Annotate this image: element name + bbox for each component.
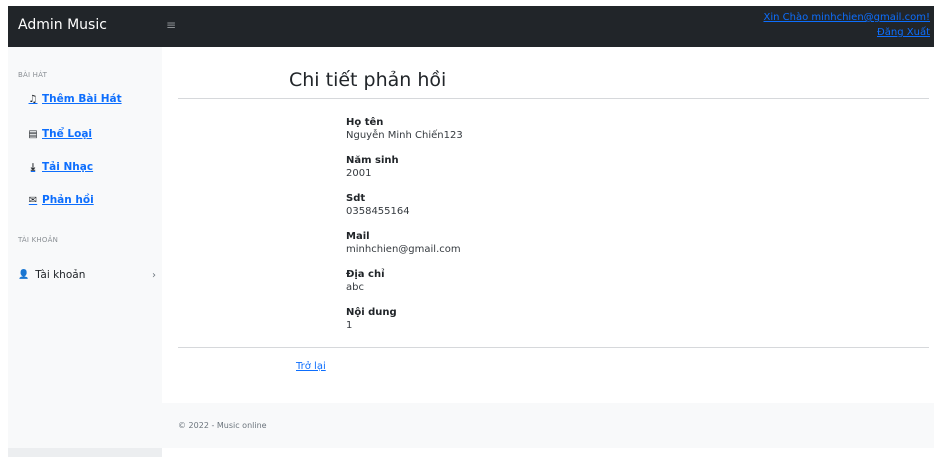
field-value: minhchien@gmail.com bbox=[346, 244, 461, 255]
sidebar-item-label: Phản hồi bbox=[42, 194, 94, 206]
sidebar-bottom-strip bbox=[8, 448, 162, 457]
footer-copyright: © 2022 - Music online bbox=[178, 421, 267, 430]
main-content: Chi tiết phản hồi Họ tên Nguyễn Minh Chi… bbox=[162, 47, 934, 457]
divider-bottom bbox=[178, 347, 929, 348]
field-name: Họ tên Nguyễn Minh Chiến123 bbox=[346, 116, 746, 154]
field-birth-year: Năm sinh 2001 bbox=[346, 154, 746, 192]
download-icon: ⤓ bbox=[30, 161, 36, 173]
field-label: Mail bbox=[346, 231, 370, 242]
brand-title[interactable]: Admin Music bbox=[18, 17, 107, 33]
greeting-link[interactable]: Xin Chào minhchien@gmail.com! bbox=[763, 10, 930, 25]
list-icon: ▤ bbox=[28, 128, 38, 140]
sidebar-heading-songs: BÀI HÁT bbox=[18, 71, 48, 79]
field-value: 1 bbox=[346, 320, 353, 331]
logout-link[interactable]: Đăng Xuất bbox=[763, 25, 930, 40]
menu-toggle-icon[interactable]: ≡ bbox=[166, 18, 176, 32]
sidebar-item-label: Tài khoản bbox=[35, 269, 86, 281]
sidebar-item-add-song[interactable]: ♫ Thêm Bài Hát bbox=[27, 93, 122, 105]
sidebar-item-label: Tải Nhạc bbox=[42, 161, 94, 173]
top-navbar: Admin Music ≡ Xin Chào minhchien@gmail.c… bbox=[8, 6, 934, 47]
field-content: Nội dung 1 bbox=[346, 306, 746, 344]
field-label: Sdt bbox=[346, 193, 366, 204]
feedback-details: Họ tên Nguyễn Minh Chiến123 Năm sinh 200… bbox=[346, 116, 746, 344]
field-address: Địa chỉ abc bbox=[346, 268, 746, 306]
sidebar-item-account[interactable]: 👤 Tài khoản › bbox=[18, 269, 156, 281]
sidebar: BÀI HÁT ♫ Thêm Bài Hát ▤ Thể Loại ⤓ Tải … bbox=[8, 47, 162, 457]
page-frame: Admin Music ≡ Xin Chào minhchien@gmail.c… bbox=[8, 6, 934, 457]
user-area: Xin Chào minhchien@gmail.com! Đăng Xuất bbox=[763, 10, 930, 40]
field-value: 0358455164 bbox=[346, 206, 410, 217]
sidebar-item-label: Thể Loại bbox=[42, 128, 93, 140]
field-value: abc bbox=[346, 282, 364, 293]
chevron-right-icon: › bbox=[152, 269, 156, 281]
sidebar-item-download[interactable]: ⤓ Tải Nhạc bbox=[27, 161, 93, 173]
field-label: Họ tên bbox=[346, 117, 384, 128]
page-title: Chi tiết phản hồi bbox=[289, 69, 447, 91]
main-bottom-strip bbox=[162, 448, 934, 457]
divider-top bbox=[178, 98, 929, 99]
sidebar-heading-account: TÀI KHOẢN bbox=[18, 236, 58, 244]
user-icon: 👤 bbox=[18, 270, 30, 280]
sidebar-item-feedback[interactable]: ✉ Phản hồi bbox=[27, 194, 94, 206]
field-label: Năm sinh bbox=[346, 155, 399, 166]
sidebar-item-genre[interactable]: ▤ Thể Loại bbox=[27, 128, 92, 140]
music-note-icon: ♫ bbox=[28, 93, 38, 105]
footer: © 2022 - Music online bbox=[162, 403, 934, 448]
sidebar-item-label: Thêm Bài Hát bbox=[42, 93, 122, 105]
envelope-icon: ✉ bbox=[28, 194, 38, 206]
field-mail: Mail minhchien@gmail.com bbox=[346, 230, 746, 268]
back-link[interactable]: Trở lại bbox=[296, 361, 326, 372]
field-label: Địa chỉ bbox=[346, 269, 385, 280]
field-value: 2001 bbox=[346, 168, 372, 179]
field-label: Nội dung bbox=[346, 307, 397, 318]
field-value: Nguyễn Minh Chiến123 bbox=[346, 130, 463, 141]
field-phone: Sdt 0358455164 bbox=[346, 192, 746, 230]
